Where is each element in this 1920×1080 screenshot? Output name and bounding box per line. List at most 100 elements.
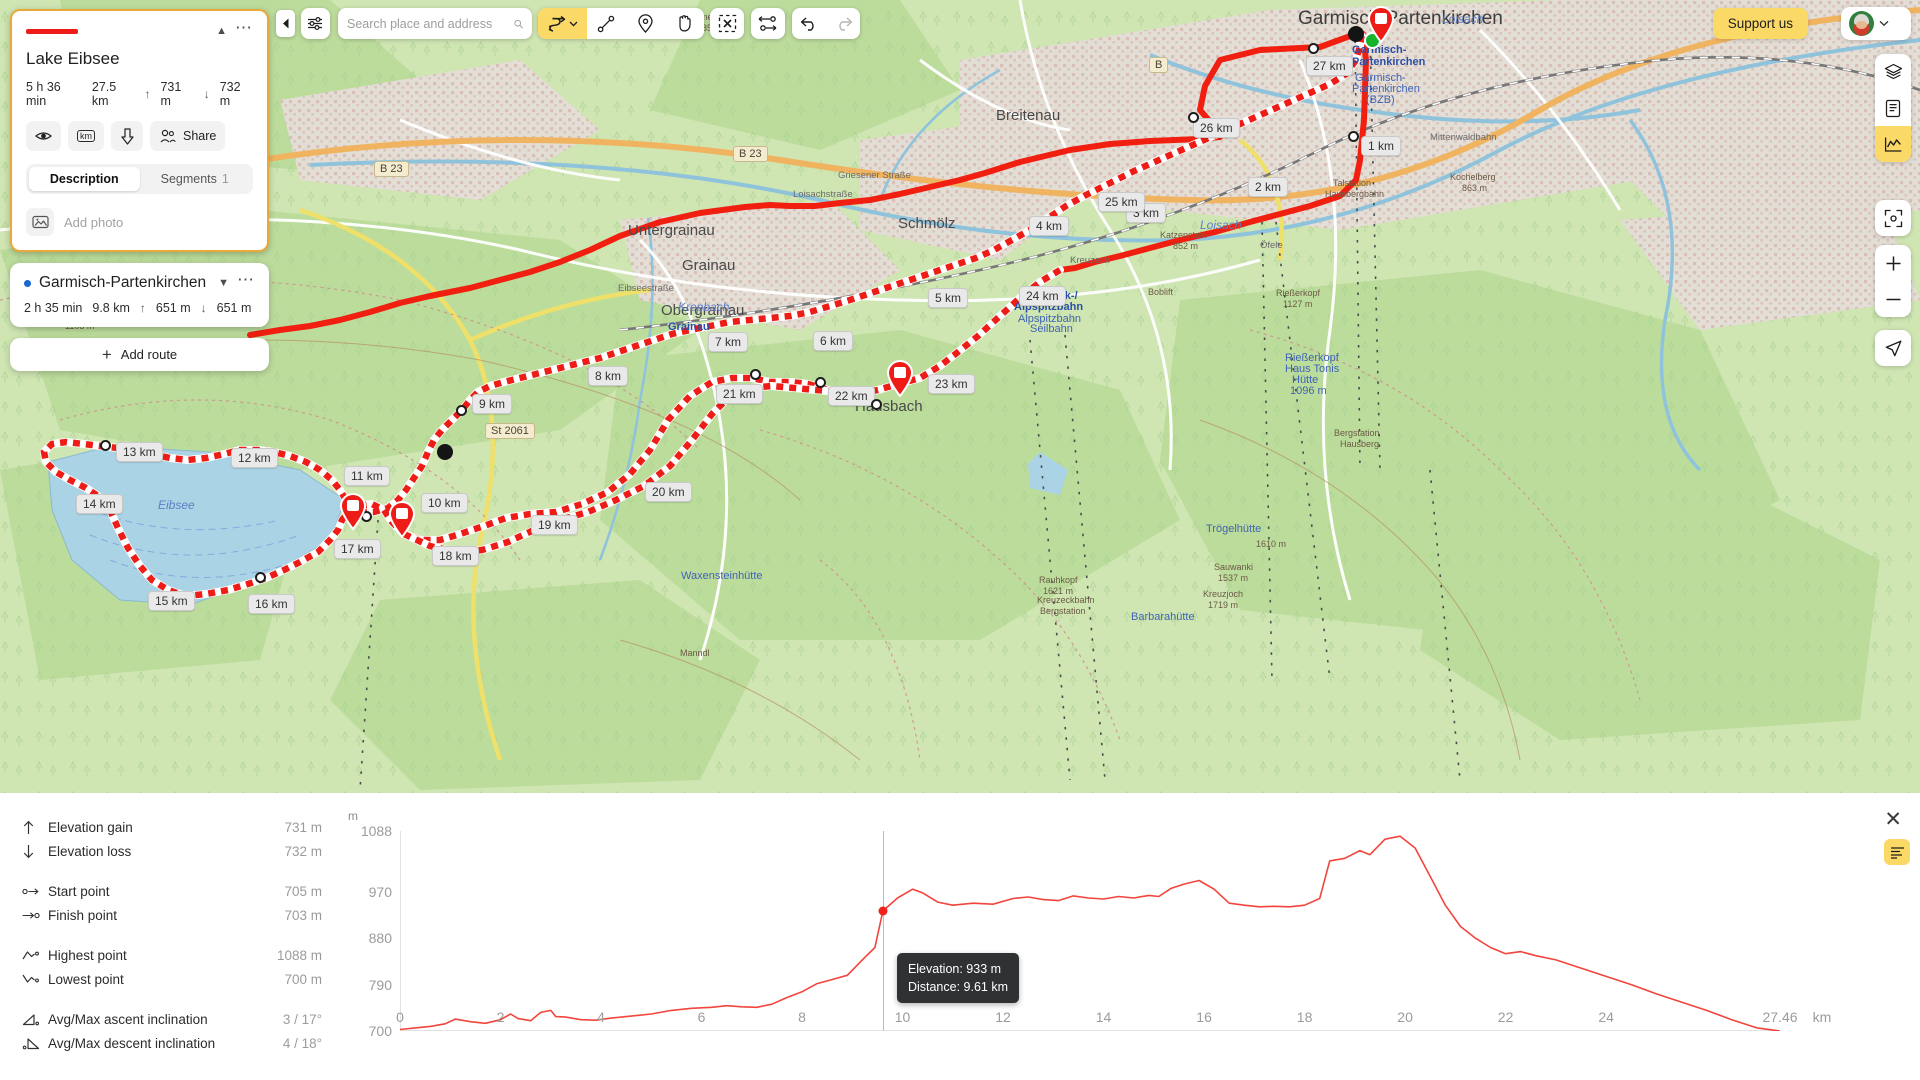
zoom-rail [1875, 245, 1911, 317]
undo-button[interactable] [792, 8, 826, 39]
km-marker: 24 km [1019, 286, 1066, 306]
route-card-secondary[interactable]: Garmisch-Partenkirchen ▼ ⋯ 2 h 35 min 9.… [10, 263, 269, 327]
visibility-button[interactable] [26, 121, 61, 151]
fit-bounds-button[interactable] [1875, 200, 1911, 236]
route-endpoint-black[interactable] [1348, 26, 1364, 42]
y-tick-label: 880 [369, 930, 392, 946]
restaurant-pin[interactable] [387, 500, 417, 538]
pan-tool-button[interactable] [665, 8, 704, 39]
support-us-button[interactable]: Support us [1713, 8, 1808, 39]
route-node[interactable] [456, 405, 467, 416]
cafe-pin[interactable] [338, 492, 368, 530]
redo-button[interactable] [826, 8, 860, 39]
units-button[interactable]: km [68, 121, 104, 151]
km-marker: 23 km [928, 374, 975, 394]
stat-value: 732 m [284, 844, 322, 859]
stat-value: 731 m [284, 820, 322, 835]
collapse-route-caret[interactable]: ▲ [216, 26, 227, 37]
elevation-button[interactable] [1875, 126, 1911, 162]
list-lines-icon [1890, 846, 1905, 859]
km-marker: 22 km [828, 386, 875, 406]
route-descent: 651 m [217, 301, 252, 315]
road-shield: B 23 [374, 161, 409, 177]
point-tool-button[interactable] [626, 8, 665, 39]
route-node[interactable] [750, 369, 761, 380]
route-node[interactable] [815, 377, 826, 388]
documents-button[interactable] [1875, 90, 1911, 126]
add-photo-button[interactable]: Add photo [26, 208, 253, 236]
close-panel-button[interactable]: ✕ [1884, 809, 1902, 830]
undo-icon [800, 16, 819, 31]
x-tick-label: 14 [1096, 1009, 1112, 1025]
road-shield: B [1149, 57, 1168, 73]
zoom-in-button[interactable] [1875, 245, 1911, 281]
route-menu-button[interactable]: ⋯ [235, 23, 253, 39]
km-marker: 5 km [928, 288, 968, 308]
route-title: Lake Eibsee [26, 49, 253, 69]
tooltip-distance: Distance: 9.61 km [908, 978, 1008, 996]
redo-icon [834, 16, 853, 31]
elevation-chart[interactable]: m 7007908809701088 Elevation: 933 m Dist… [340, 803, 1860, 1043]
expand-route-caret[interactable]: ▼ [218, 278, 229, 289]
arrow-down-icon: ↓ [204, 87, 210, 101]
measure-button[interactable] [751, 8, 785, 39]
y-tick-label: 700 [369, 1023, 392, 1039]
arrow-down-icon: ↓ [201, 301, 207, 315]
route-ascent: 731 m [160, 80, 193, 108]
chart-cursor-point [878, 906, 887, 915]
km-marker: 8 km [588, 366, 628, 386]
route-node[interactable] [100, 440, 111, 451]
chart-options-button[interactable] [1884, 839, 1910, 865]
search-bar[interactable] [338, 8, 532, 39]
route-stats: 2 h 35 min 9.8 km ↑ 651 m ↓ 651 m [24, 301, 255, 315]
route-distance: 9.8 km [92, 301, 130, 315]
descent-angle-icon [22, 1037, 48, 1050]
map-pin-circle-icon [637, 14, 654, 33]
km-marker: 12 km [231, 448, 278, 468]
restaurant-pin[interactable] [885, 359, 915, 397]
share-button[interactable]: Share [150, 121, 225, 151]
km-marker: 13 km [116, 442, 163, 462]
zoom-out-button[interactable] [1875, 281, 1911, 317]
chevron-down-icon[interactable] [569, 21, 578, 27]
routing-tool-button[interactable] [538, 8, 587, 39]
elevation-stat-row: Avg/Max ascent inclination3 / 17° [22, 1007, 322, 1031]
stat-value: 700 m [284, 972, 322, 987]
x-tick-label: 22 [1498, 1009, 1514, 1025]
route-card-selected[interactable]: ▲ ⋯ Lake Eibsee 5 h 36 min 27.5 km ↑ 731… [10, 9, 269, 252]
history-group [792, 8, 860, 39]
map-settings-button[interactable] [301, 8, 330, 39]
road-shield: St 2061 [485, 423, 535, 439]
account-menu-button[interactable] [1841, 7, 1911, 40]
elevation-stat-row: Lowest point700 m [22, 967, 322, 991]
route-node[interactable] [871, 399, 882, 410]
minus-icon [1885, 291, 1902, 308]
route-color-swatch [26, 29, 78, 34]
chart-plot-area[interactable]: Elevation: 933 m Distance: 9.61 km [400, 831, 1780, 1031]
photo-icon-box [26, 208, 54, 236]
crop-select-button[interactable] [710, 8, 744, 39]
locate-button[interactable] [1875, 330, 1911, 366]
route-node[interactable] [1308, 43, 1319, 54]
support-us-label: Support us [1728, 16, 1793, 31]
search-icon[interactable] [514, 16, 523, 32]
map-canvas[interactable]: Garmisch-PartenkirchenBreitenauUntergrai… [0, 0, 1920, 793]
download-button[interactable] [111, 121, 143, 151]
route-node[interactable] [255, 572, 266, 583]
collapse-panel-button[interactable] [276, 10, 295, 37]
add-route-button[interactable]: + Add route [10, 338, 269, 371]
stat-label: Start point [48, 884, 284, 899]
search-input[interactable] [347, 17, 508, 31]
tab-segments[interactable]: Segments 1 [140, 167, 251, 191]
stat-label: Lowest point [48, 972, 284, 987]
route-node[interactable] [1348, 131, 1359, 142]
line-tool-button[interactable] [587, 8, 626, 39]
stat-label: Highest point [48, 948, 277, 963]
tab-description[interactable]: Description [29, 167, 140, 191]
route-node[interactable] [1188, 112, 1199, 123]
route-waypoint[interactable] [437, 444, 453, 460]
x-tick-label: 10 [895, 1009, 911, 1025]
station-pin[interactable] [1366, 5, 1396, 43]
route-menu-button[interactable]: ⋯ [237, 275, 255, 291]
layers-button[interactable] [1875, 54, 1911, 90]
